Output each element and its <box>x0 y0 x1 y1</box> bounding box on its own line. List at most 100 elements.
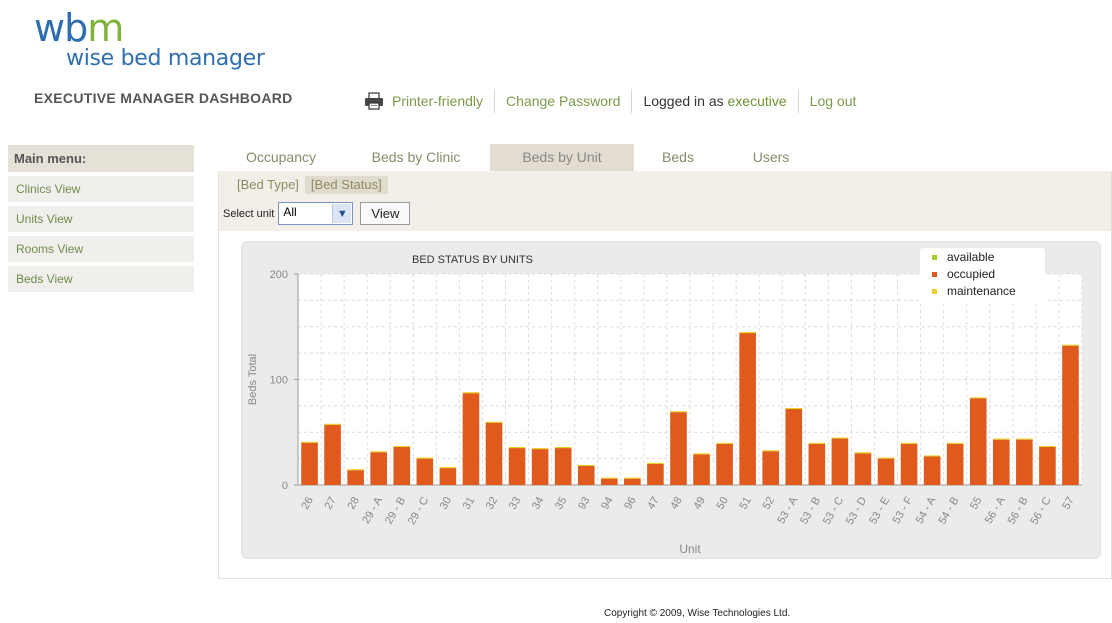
main-tabs: Occupancy Beds by Clinic Beds by Unit Be… <box>220 144 820 171</box>
bar-occupied <box>923 456 941 485</box>
x-tick-label: 56 - A <box>983 494 1008 525</box>
bed-status-chart: 0 100 200 26 27 2829 - A29 - B29 - C 30 31 32 33 3… <box>247 248 1083 556</box>
legend-swatch-maintenance <box>932 289 937 294</box>
sidebar-item-beds-view[interactable]: Beds View <box>8 266 194 292</box>
bar-occupied <box>370 452 388 485</box>
sidebar-item-rooms-view[interactable]: Rooms View <box>8 236 194 262</box>
x-tick-label: 31 <box>461 495 478 512</box>
view-button[interactable]: View <box>360 202 411 225</box>
bar-occupied <box>393 447 411 485</box>
x-tick-label: 29 - C <box>406 495 431 527</box>
bar-occupied <box>531 449 549 485</box>
nav-divider <box>631 89 633 113</box>
nav-divider <box>797 89 799 113</box>
subtab-bed-status[interactable]: [Bed Status] <box>304 176 388 194</box>
bar-maintenance <box>739 332 756 334</box>
subtab-bed-type[interactable]: [Bed Type] <box>231 176 305 194</box>
bar-occupied <box>324 424 341 485</box>
x-tick-label: 53 - B <box>798 495 823 526</box>
x-tick-label: 28 <box>345 495 362 512</box>
bar-occupied <box>900 443 918 485</box>
printer-friendly-link[interactable]: Printer-friendly <box>392 93 483 109</box>
bar-occupied <box>831 438 849 485</box>
x-tick-label: 54 - B <box>936 495 961 526</box>
x-tick-label: 48 <box>668 495 685 512</box>
bar-occupied <box>992 439 1010 485</box>
content-panel: [Bed Type] [Bed Status] Select unit All … <box>218 171 1112 579</box>
x-tick-label: 53 - E <box>867 495 892 526</box>
legend-label-maintenance: maintenance <box>947 284 1016 298</box>
tab-beds-by-clinic[interactable]: Beds by Clinic <box>342 144 490 171</box>
content-toolbar: [Bed Type] [Bed Status] Select unit All … <box>219 171 1111 231</box>
x-tick-label: 35 <box>553 495 570 512</box>
sidebar-heading: Main menu: <box>8 145 194 172</box>
logo-text: wise bed manager <box>66 46 265 71</box>
bar-occupied <box>762 451 780 485</box>
x-tick-label: 49 <box>691 495 708 512</box>
printer-icon[interactable] <box>364 92 384 110</box>
bar-occupied <box>946 443 964 485</box>
tab-beds[interactable]: Beds <box>634 144 722 171</box>
y-axis-label: Beds Total <box>247 354 259 405</box>
bar-maintenance <box>324 423 341 425</box>
x-tick-label: 53 - F <box>891 495 916 526</box>
tab-occupancy[interactable]: Occupancy <box>220 144 342 171</box>
y-tick-label: 100 <box>270 375 288 387</box>
unit-select[interactable]: All ▼ <box>278 202 354 225</box>
bar-maintenance <box>600 477 618 479</box>
bar-occupied <box>508 448 526 485</box>
legend-label-available: available <box>947 250 995 264</box>
x-tick-label: 53 - A <box>775 494 800 525</box>
x-tick-label: 53 - D <box>844 495 869 527</box>
bar-occupied <box>600 478 618 485</box>
bar-maintenance <box>969 397 987 399</box>
x-tick-label: 53 - C <box>821 495 846 527</box>
x-axis-label: Unit <box>679 542 701 556</box>
y-tick-label: 200 <box>270 269 288 281</box>
x-tick-label: 94 <box>599 495 616 512</box>
bar-maintenance <box>577 464 595 467</box>
bar-occupied <box>739 333 756 485</box>
sidebar-item-units-view[interactable]: Units View <box>8 206 194 232</box>
tab-beds-by-unit[interactable]: Beds by Unit <box>490 144 634 171</box>
bar-maintenance <box>900 442 918 444</box>
bar-maintenance <box>416 457 434 459</box>
logged-in-status: Logged in as executive <box>643 93 787 109</box>
bar-maintenance <box>393 445 411 448</box>
x-tick-label: 50 <box>714 495 731 512</box>
bar-maintenance <box>923 455 941 457</box>
bar-occupied <box>624 478 641 485</box>
sidebar: Main menu: Clinics View Units View Rooms… <box>8 145 194 296</box>
bar-maintenance <box>693 453 710 455</box>
x-tick-label: 96 <box>622 495 639 512</box>
bar-occupied <box>1039 447 1056 485</box>
logged-in-username: executive <box>727 93 787 109</box>
legend-label-occupied: occupied <box>947 267 995 281</box>
bar-occupied <box>577 466 595 485</box>
bar-occupied <box>670 412 687 485</box>
x-tick-label: 47 <box>645 495 662 512</box>
bar-occupied <box>693 454 710 485</box>
bar-occupied <box>716 443 733 485</box>
bar-occupied <box>647 463 664 485</box>
chevron-down-icon[interactable]: ▼ <box>332 204 352 223</box>
x-tick-label: 52 <box>761 495 778 512</box>
logout-link[interactable]: Log out <box>810 93 857 109</box>
tab-users[interactable]: Users <box>722 144 820 171</box>
change-password-link[interactable]: Change Password <box>506 93 620 109</box>
bar-occupied <box>1062 345 1079 485</box>
bar-maintenance <box>1039 445 1056 448</box>
bar-maintenance <box>485 421 503 423</box>
bar-maintenance <box>647 462 664 464</box>
bar-occupied <box>439 468 457 485</box>
x-tick-label: 55 <box>968 495 985 512</box>
bar-occupied <box>347 470 364 485</box>
x-tick-label: 26 <box>299 495 316 512</box>
bar-occupied <box>554 448 572 485</box>
chart-panel: 0 100 200 26 27 28 29 - A 29 - B 29 - C 30 31 32 33 3… <box>241 241 1101 559</box>
sidebar-item-clinics-view[interactable]: Clinics View <box>8 176 194 202</box>
page-title: EXECUTIVE MANAGER DASHBOARD <box>34 90 293 106</box>
chart-title: BED STATUS BY UNITS <box>412 254 533 266</box>
bar-maintenance <box>808 442 826 444</box>
bar-maintenance <box>716 442 733 444</box>
